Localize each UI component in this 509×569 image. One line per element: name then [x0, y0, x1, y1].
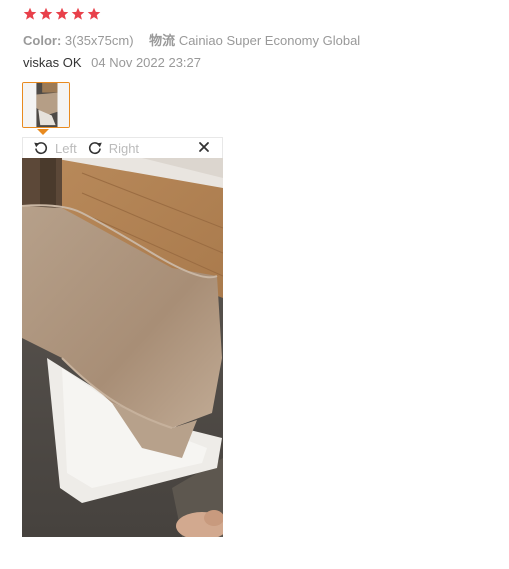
rotate-left-button[interactable]: Left: [33, 140, 77, 156]
close-icon: [196, 139, 212, 155]
close-viewer-button[interactable]: [196, 139, 212, 155]
rotate-left-label: Left: [55, 140, 77, 156]
viewer-toolbar: Left Right: [22, 137, 223, 158]
rotate-right-label: Right: [108, 140, 140, 156]
shipping-label: 物流: [149, 33, 176, 48]
rotate-left-icon: [33, 140, 49, 156]
review-author-line: viskas OK 04 Nov 2022 23:27: [23, 55, 201, 70]
rating-stars: [23, 7, 101, 21]
review-photo-thumbnail[interactable]: [22, 82, 70, 128]
star-icon: [87, 7, 101, 21]
review-date: 04 Nov 2022 23:27: [91, 55, 202, 70]
reviewer-name: viskas OK: [23, 55, 82, 70]
star-icon: [55, 7, 69, 21]
star-icon: [23, 7, 37, 21]
thumbnail-pointer: [37, 129, 49, 135]
rotate-right-icon: [87, 140, 103, 156]
photo-viewer: Left Right: [22, 137, 223, 537]
star-icon: [71, 7, 85, 21]
shipping-value: Cainiao Super Economy Global: [178, 33, 361, 48]
rotate-right-button[interactable]: Right: [87, 140, 139, 156]
review-photo: [22, 158, 223, 537]
review-meta: Color: 3(35x75cm) 物流 Cainiao Super Econo…: [23, 30, 360, 49]
star-icon: [39, 7, 53, 21]
color-label: Color:: [23, 33, 62, 48]
color-value: 3(35x75cm): [64, 33, 134, 48]
